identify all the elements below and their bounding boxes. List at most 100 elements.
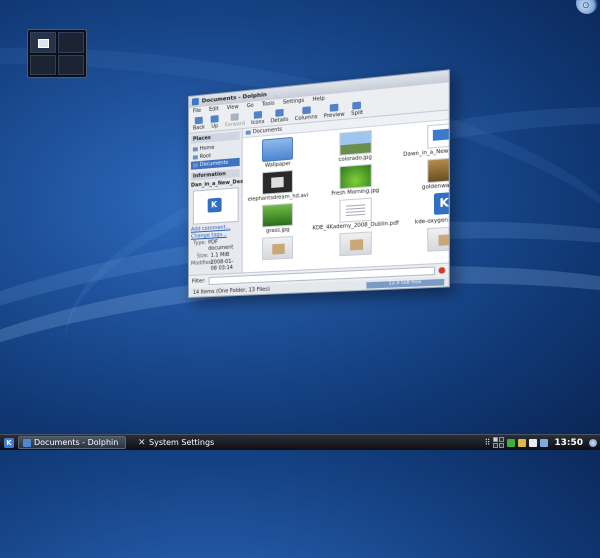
side-panels: Places Home Root Documents Information Dan… — [189, 129, 243, 275]
file-name: elephantsdream_hd.avi — [248, 193, 309, 203]
info-field: Modified: 2008-01-08 03:14 — [191, 258, 240, 273]
file-name: colorado.jpg — [339, 154, 372, 163]
file-item[interactable]: kde-oxygen-logo.svg — [403, 190, 450, 227]
file-name: goldenwave.jpg — [422, 181, 450, 191]
up-button[interactable]: Up — [211, 115, 219, 130]
split-button[interactable]: Split — [351, 101, 363, 117]
toolbar-label: Split — [351, 109, 363, 116]
file-item[interactable] — [403, 225, 450, 254]
file-grid: Wallpaper colorado.jpg Dawn_in_a_New_Deskt… — [243, 116, 450, 265]
file-view[interactable]: Documents Wallpaper colorado.jpg Dawn_in_a… — [243, 106, 450, 272]
file-name: grass.jpg — [266, 227, 290, 235]
info-value: PDF document — [208, 238, 239, 252]
file-thumbnail — [339, 130, 371, 156]
dolphin-window[interactable]: Documents - Dolphin File Edit View Go Tools S… — [188, 69, 450, 298]
file-thumbnail — [427, 226, 450, 252]
file-thumbnail — [427, 157, 450, 183]
menu-help[interactable]: Help — [313, 96, 325, 103]
menu-go[interactable]: Go — [247, 103, 254, 110]
network-icon[interactable]: ⠿ — [484, 438, 490, 447]
info-key: Size: — [191, 253, 209, 260]
kde-logo-icon: K — [207, 198, 221, 213]
preview-icon — [330, 103, 339, 111]
file-item[interactable]: elephantsdream_hd.avi — [248, 169, 309, 203]
split-icon — [353, 101, 362, 109]
file-thumbnail — [339, 231, 371, 256]
toolbar-label: Preview — [324, 111, 345, 119]
file-item[interactable]: KDE_4Kademy_2008_Dublin.pdf — [313, 196, 399, 232]
toolbar-label: Details — [271, 116, 289, 124]
taskbar: K Documents - Dolphin ✕ System Settings … — [0, 434, 600, 450]
file-thumbnail — [262, 170, 293, 195]
pager-desktop-1[interactable] — [30, 32, 56, 53]
file-item[interactable] — [248, 235, 309, 262]
folder-icon — [193, 155, 198, 159]
panel-toolbox-icon[interactable] — [589, 439, 597, 447]
place-label: Root — [200, 153, 211, 160]
pager-window-thumbnail — [38, 39, 49, 48]
notes-icon[interactable] — [518, 439, 526, 447]
dolphin-icon — [23, 439, 31, 447]
menu-file[interactable]: File — [193, 108, 201, 115]
details-button[interactable]: Details — [271, 108, 289, 124]
clipboard-icon[interactable] — [529, 439, 537, 447]
details-icon — [275, 108, 283, 116]
forward-button[interactable]: Forward — [225, 112, 245, 128]
task-documents-dolphin[interactable]: Documents - Dolphin — [18, 436, 126, 449]
tools-icon: ✕ — [138, 439, 146, 447]
place-label: Documents — [200, 160, 228, 168]
file-thumbnail — [339, 198, 371, 223]
pager-desktop-2[interactable] — [58, 32, 84, 53]
place-label: Home — [200, 145, 215, 152]
file-item[interactable]: Wallpaper — [248, 136, 309, 171]
file-item[interactable]: Dawn_in_a_New_Desktop.pdf — [403, 120, 450, 158]
menu-tools[interactable]: Tools — [262, 101, 275, 108]
file-thumbnail — [339, 164, 371, 190]
places-list: Home Root Documents — [191, 142, 240, 170]
info-value: 1.1 MiB — [211, 252, 230, 259]
file-item[interactable] — [313, 230, 399, 259]
desktop-toolbox-cashew-icon[interactable]: ⊙ — [576, 0, 598, 14]
task-system-settings[interactable]: ✕ System Settings — [134, 436, 218, 449]
dolphin-app-icon — [192, 98, 199, 106]
task-label: System Settings — [149, 438, 214, 447]
clear-filter-icon[interactable] — [439, 267, 446, 274]
icons-button[interactable]: Icons — [251, 110, 264, 126]
file-thumbnail — [262, 236, 293, 260]
free-space-indicator: 12.9 GiB free — [366, 278, 444, 288]
preview-button[interactable]: Preview — [324, 103, 345, 120]
breadcrumb-documents[interactable]: Documents — [253, 127, 282, 136]
file-thumbnail — [427, 192, 450, 218]
kde-menu-icon[interactable]: K — [4, 438, 14, 448]
columns-button[interactable]: Columns — [295, 105, 318, 122]
file-item[interactable]: Fresh Morning.jpg — [313, 162, 399, 199]
toolbar-label: Icons — [251, 118, 264, 125]
desktop-pager[interactable] — [27, 29, 87, 78]
toolbar-label: Columns — [295, 113, 318, 121]
back-button[interactable]: Back — [193, 116, 205, 131]
menu-view[interactable]: View — [227, 104, 239, 111]
battery-icon[interactable] — [507, 439, 515, 447]
pager-desktop-3[interactable] — [30, 55, 56, 76]
device-notifier-icon[interactable] — [540, 439, 548, 447]
file-item[interactable]: grass.jpg — [248, 202, 309, 236]
info-preview-image: K — [192, 187, 238, 224]
info-value: 2008-01-08 03:14 — [211, 258, 240, 272]
icons-icon — [254, 110, 262, 118]
toolbar-label: Forward — [225, 120, 245, 128]
clock[interactable]: 13:50 — [554, 438, 583, 448]
info-key: Modified: — [191, 260, 209, 273]
taskbar-pager[interactable] — [493, 437, 504, 448]
toolbar-label: Up — [211, 123, 218, 130]
file-thumbnail — [262, 203, 293, 228]
pager-desktop-4[interactable] — [58, 55, 84, 76]
folder-icon — [193, 163, 198, 167]
menu-edit[interactable]: Edit — [209, 106, 219, 113]
file-name: kde-oxygen-logo.svg — [415, 216, 450, 226]
file-item[interactable]: goldenwave.jpg — [403, 155, 450, 192]
file-thumbnail — [427, 122, 450, 149]
folder-icon — [246, 130, 251, 135]
up-icon — [211, 115, 219, 123]
file-item[interactable]: colorado.jpg — [313, 128, 399, 166]
folder-icon — [262, 137, 293, 162]
